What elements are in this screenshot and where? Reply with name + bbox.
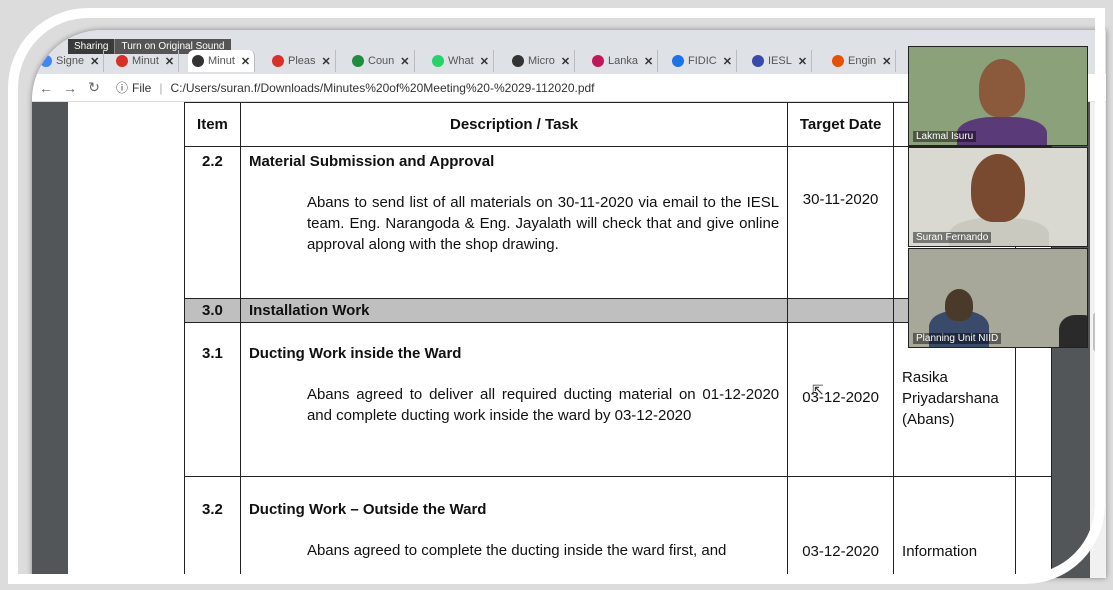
row-description: Material Submission and Approval Abans t… — [239, 146, 789, 299]
tab-6[interactable]: Micro ✕ — [508, 50, 576, 72]
participant-name: Planning Unit NIID — [913, 333, 1002, 344]
row-date: 30-11-2020 — [787, 146, 895, 299]
participant-face — [979, 59, 1025, 117]
tab-label: Coun — [368, 55, 395, 67]
tab-label: Micro — [528, 55, 555, 67]
url-text[interactable]: C:/Users/suran.f/Downloads/Minutes%20of%… — [170, 81, 594, 95]
close-icon[interactable]: ✕ — [561, 55, 570, 68]
header-target-date: Target Date — [787, 102, 895, 147]
reload-icon[interactable]: ↻ — [84, 79, 104, 96]
row-responsible: Information — [893, 476, 1016, 577]
tab-8[interactable]: FIDIC ✕ — [668, 50, 737, 72]
back-icon[interactable]: ← — [36, 80, 56, 96]
header-item: Item — [184, 102, 241, 147]
row-description: Ducting Work inside the Ward Abans agree… — [239, 322, 789, 477]
browser-icon — [512, 55, 524, 67]
tab-7[interactable]: Lanka ✕ — [588, 50, 659, 72]
vertical-scrollbar[interactable] — [1090, 102, 1106, 578]
close-icon[interactable]: ✕ — [644, 55, 653, 68]
whatsapp-icon — [432, 55, 444, 67]
scrollbar-thumb[interactable] — [1093, 312, 1103, 352]
close-icon[interactable]: ✕ — [322, 55, 331, 68]
row-title: Ducting Work – Outside the Ward — [248, 501, 487, 518]
close-icon[interactable]: ✕ — [798, 55, 807, 68]
row-date: 03-12-2020 — [787, 322, 895, 477]
tab-label: Minut — [132, 55, 159, 67]
tab-label: IESL — [768, 55, 792, 67]
participant-name: Suran Fernando — [913, 232, 992, 243]
close-icon[interactable]: ✕ — [723, 55, 732, 68]
tab-label: Lanka — [608, 55, 638, 67]
header-description: Description / Task — [239, 102, 789, 147]
row-text: Abans agreed to deliver all required duc… — [306, 386, 780, 424]
close-icon[interactable]: ✕ — [165, 55, 174, 68]
gmail-icon — [116, 55, 128, 67]
tab-3[interactable]: Pleas ✕ — [268, 50, 336, 72]
section-date — [787, 298, 895, 323]
table-row: 3.2 Ducting Work – Outside the Ward Aban… — [184, 476, 1052, 577]
section-title: Installation Work — [239, 298, 789, 323]
row-item: 3.2 — [184, 476, 241, 577]
dash-icon — [672, 55, 684, 67]
row-date: 03-12-2020 — [787, 476, 895, 577]
pdf-page: Item Description / Task Target Date 2.2 … — [68, 102, 1052, 578]
url-box[interactable]: ⓘ File | C:/Users/suran.f/Downloads/Minu… — [116, 79, 595, 96]
tab-label: FIDIC — [688, 55, 717, 67]
tab-label: Engin — [848, 55, 877, 67]
row-title: Ducting Work inside the Ward — [248, 345, 462, 362]
info-icon[interactable]: ⓘ — [116, 79, 128, 96]
close-icon[interactable]: ✕ — [90, 55, 99, 68]
url-separator: | — [159, 80, 163, 95]
file-label: File — [132, 80, 152, 95]
app-icon — [272, 55, 284, 67]
triangle-icon — [832, 55, 844, 67]
row-description: Ducting Work – Outside the Ward Abans ag… — [239, 476, 789, 577]
browser-icon — [192, 55, 204, 67]
tab-1[interactable]: Minut ✕ — [112, 50, 180, 72]
tab-9[interactable]: IESL ✕ — [748, 50, 813, 72]
tab-2[interactable]: Minut ✕ — [188, 50, 256, 72]
cloud-icon — [352, 55, 364, 67]
tab-label: Signe — [56, 55, 85, 67]
close-icon[interactable]: ✕ — [400, 55, 409, 68]
close-icon[interactable]: ✕ — [882, 55, 891, 68]
video-tile-planning-unit[interactable]: Planning Unit NIID — [908, 248, 1088, 348]
tab-label: What — [448, 55, 474, 67]
tab-4[interactable]: Coun ✕ — [348, 50, 415, 72]
row-text: Abans agreed to complete the ducting ins… — [306, 542, 727, 559]
mouse-cursor-icon: ⇱ — [812, 382, 824, 398]
video-tile-suran[interactable]: Suran Fernando — [908, 147, 1088, 247]
participant-name: Lakmal Isuru — [913, 131, 977, 142]
close-icon[interactable]: ✕ — [241, 55, 250, 68]
edit-icon — [40, 55, 52, 67]
row-item: 2.2 — [184, 146, 241, 299]
row-item: 3.1 — [184, 322, 241, 477]
close-icon[interactable]: ✕ — [480, 55, 489, 68]
section-item: 3.0 — [184, 298, 241, 323]
participant-face — [945, 289, 973, 321]
participant-body — [1059, 315, 1087, 347]
row-remarks — [1015, 476, 1052, 577]
square-icon — [752, 55, 764, 67]
tab-label: Pleas — [288, 55, 316, 67]
swirl-icon — [592, 55, 604, 67]
screenshot-frame: Sharing Turn on Original Sound Signe ✕ Min… — [0, 0, 1113, 590]
tab-0[interactable]: Signe ✕ — [36, 50, 105, 72]
tab-label: Minut — [208, 55, 235, 67]
forward-icon[interactable]: → — [60, 80, 80, 96]
row-text: Abans to send list of all materials on 3… — [306, 194, 780, 253]
row-title: Material Submission and Approval — [248, 153, 495, 170]
tab-10[interactable]: Engin ✕ — [828, 50, 897, 72]
video-tile-lakmal[interactable]: Lakmal Isuru — [908, 46, 1088, 146]
participant-face — [971, 154, 1025, 222]
tab-5[interactable]: What ✕ — [428, 50, 494, 72]
